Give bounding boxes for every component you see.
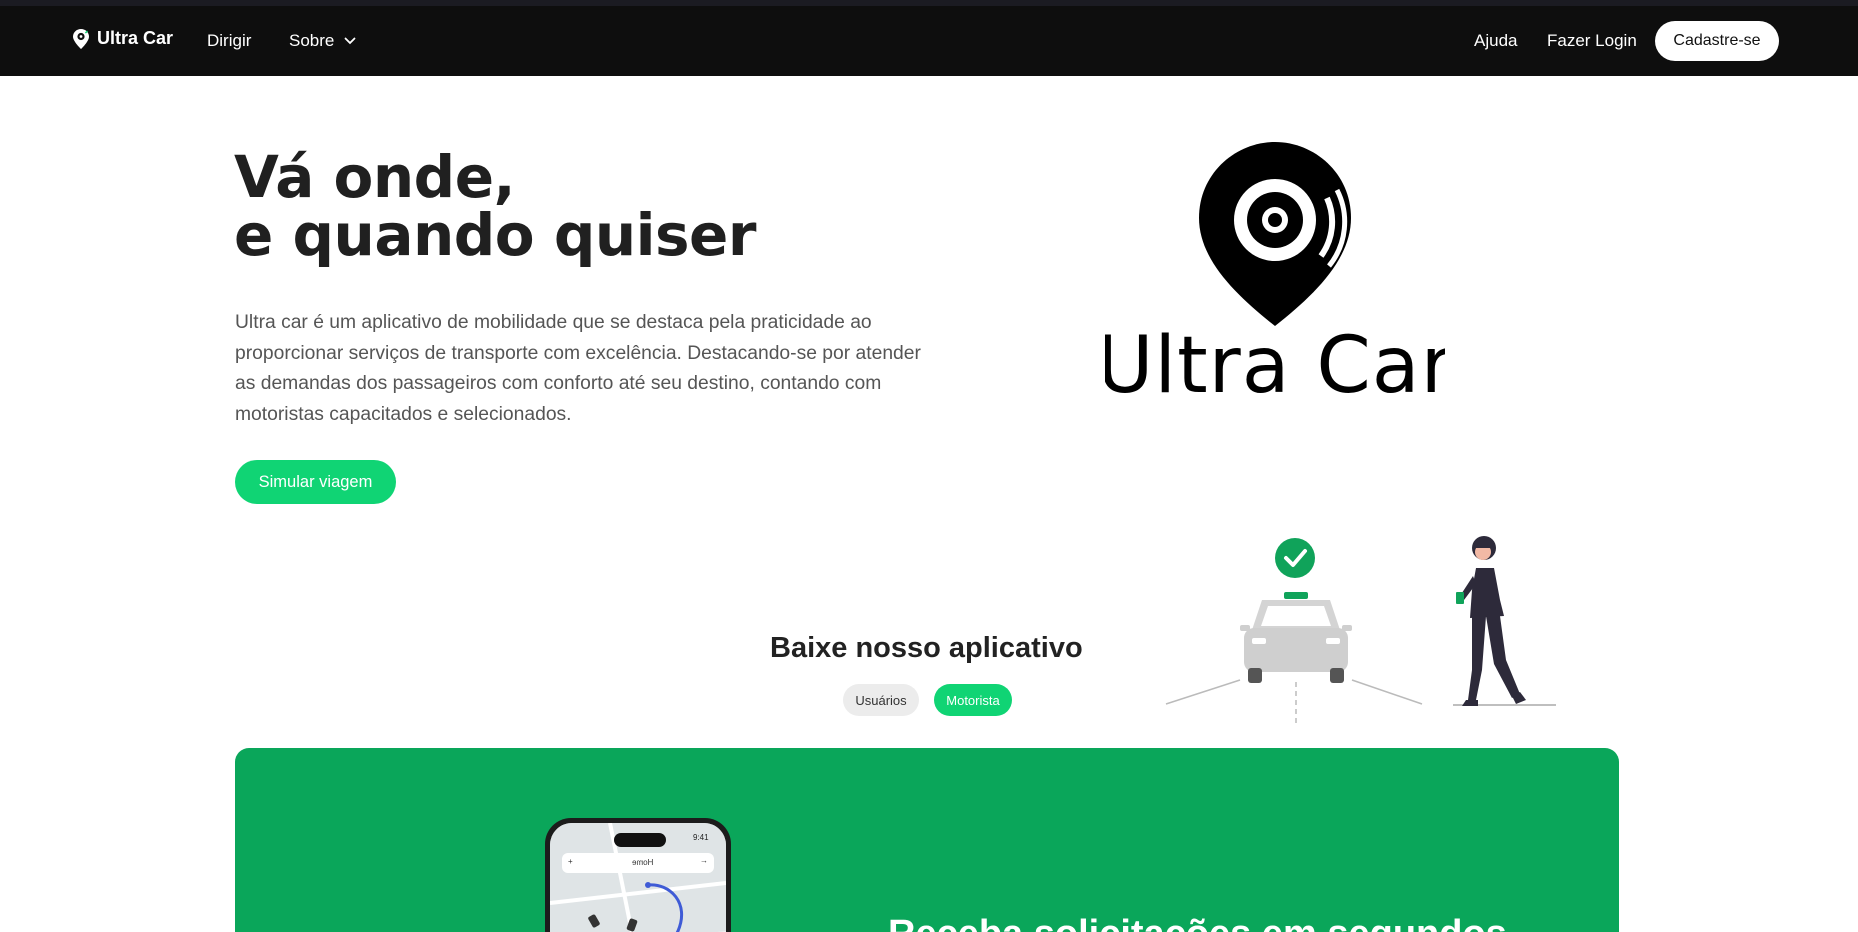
simulate-trip-button[interactable]: Simular viagem: [235, 460, 396, 504]
phone-mockup-icon: 9:41 + Home →: [545, 818, 731, 932]
brand-logo-link[interactable]: Ultra Car: [73, 28, 173, 49]
plus-icon: +: [568, 857, 573, 866]
tab-usuarios[interactable]: Usuários: [843, 684, 919, 716]
walking-woman-icon: [1456, 536, 1526, 706]
phone-clock: 9:41: [693, 833, 709, 842]
driver-banner: 9:41 + Home → Receba solicitações em seg…: [235, 748, 1619, 932]
location-pin-icon: [73, 28, 89, 49]
check-icon: [1275, 538, 1315, 578]
hero-title-line-2: e quando quiser: [234, 201, 756, 269]
taxi-illustration: [1165, 536, 1556, 726]
nav-sobre-label: Sobre: [289, 31, 335, 50]
brand-name: Ultra Car: [97, 28, 174, 48]
taxi-car-icon: [1240, 592, 1352, 683]
phone-screen: 9:41 + Home →: [550, 823, 726, 932]
nav-dropdown-sobre[interactable]: Sobre: [289, 31, 356, 51]
logo-wordmark: Ultra Car: [1105, 321, 1445, 408]
tab-motorista[interactable]: Motorista: [934, 684, 1012, 716]
nav-link-ajuda[interactable]: Ajuda: [1474, 31, 1517, 51]
hero-title-line-1: Vá onde,: [234, 143, 516, 211]
hero-title: Vá onde, e quando quiser: [234, 148, 756, 264]
hero-description: Ultra car é um aplicativo de mobilidade …: [235, 312, 921, 425]
signup-button[interactable]: Cadastre-se: [1655, 21, 1779, 61]
location-pin-icon: [1199, 142, 1351, 326]
banner-title: Receba solicitações em segundos: [888, 913, 1507, 932]
chevron-down-icon: [344, 37, 356, 45]
phone-notch: [614, 833, 666, 847]
phone-search-label: Home: [632, 858, 654, 867]
phone-search-bar: + Home →: [562, 853, 714, 873]
download-title: Baixe nosso aplicativo: [770, 632, 1083, 664]
nav-link-dirigir[interactable]: Dirigir: [207, 31, 251, 51]
arrow-right-icon: →: [700, 856, 708, 865]
nav-link-login[interactable]: Fazer Login: [1547, 31, 1637, 51]
ultra-car-logo: Ultra Car: [1105, 142, 1445, 408]
top-navbar: Ultra Car Dirigir Sobre Ajuda Fazer Logi…: [0, 6, 1858, 76]
page: Ultra Car Dirigir Sobre Ajuda Fazer Logi…: [0, 0, 1858, 932]
